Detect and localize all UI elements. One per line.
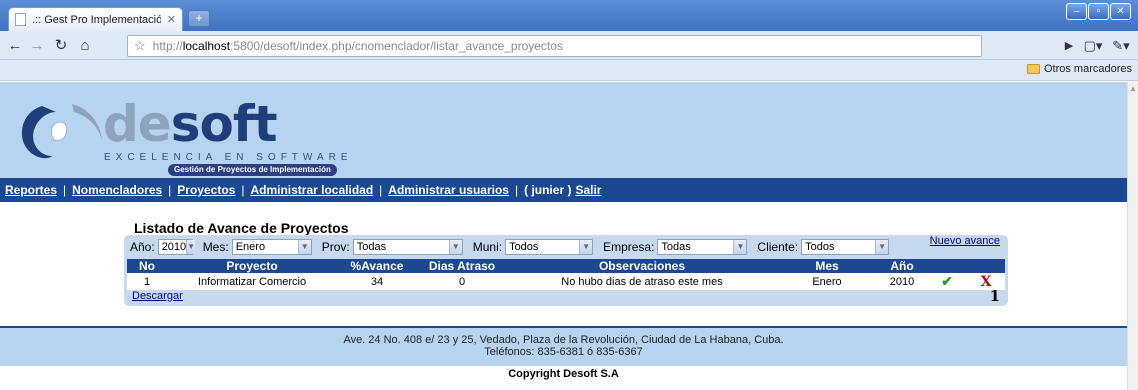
chevron-down-icon: ▼ bbox=[186, 240, 196, 254]
tab-title: .:: Gest Pro Implementació... bbox=[32, 13, 161, 26]
mes-select[interactable]: Enero ▼ bbox=[231, 239, 312, 255]
logo-swirl-icon bbox=[21, 104, 102, 159]
logo-tagline: EXCELENCIA EN SOFTWARE bbox=[104, 152, 353, 163]
current-user: ( junier ) bbox=[524, 183, 572, 197]
cell-avance: 34 bbox=[337, 273, 417, 290]
address-bar[interactable]: ☆ http://localhost:5800/desoft/index.php… bbox=[127, 35, 982, 57]
copyright: Copyright Desoft S.A bbox=[508, 368, 619, 380]
menu-administrar-localidad[interactable]: Administrar localidad bbox=[250, 183, 373, 197]
web-page: desoft EXCELENCIA EN SOFTWARE Gestión de… bbox=[0, 82, 1127, 390]
muni-label: Muni: bbox=[472, 240, 503, 254]
col-header: Observaciones bbox=[507, 259, 777, 273]
tab-close-icon[interactable]: ✕ bbox=[167, 13, 176, 26]
page-title: Listado de Avance de Proyectos bbox=[134, 220, 349, 236]
logo-subtitle-pill: Gestión de Proyectos de Implementación bbox=[168, 164, 337, 176]
browser-title-bar: .:: Gest Pro Implementació... ✕ + – ▫ ✕ bbox=[0, 0, 1138, 31]
close-window-button[interactable]: ✕ bbox=[1110, 3, 1131, 20]
cliente-label: Cliente: bbox=[757, 240, 799, 254]
mes-label: Mes: bbox=[202, 240, 229, 254]
col-header: No bbox=[127, 259, 167, 273]
folder-icon bbox=[1026, 64, 1040, 74]
muni-select[interactable]: Todos ▼ bbox=[505, 239, 594, 255]
chevron-down-icon: ▼ bbox=[448, 240, 462, 254]
site-banner: desoft EXCELENCIA EN SOFTWARE Gestión de… bbox=[0, 82, 1127, 178]
browser-tab[interactable]: .:: Gest Pro Implementació... ✕ bbox=[8, 7, 183, 31]
scroll-up-icon[interactable]: ▲ bbox=[1129, 84, 1137, 93]
wrench-menu-icon[interactable]: ✎▾ bbox=[1110, 37, 1132, 55]
cliente-select[interactable]: Todos ▼ bbox=[801, 239, 890, 255]
maximize-button[interactable]: ▫ bbox=[1088, 3, 1109, 20]
cell-proyecto: Informatizar Comercio bbox=[167, 273, 337, 290]
reload-icon[interactable]: ↻ bbox=[52, 37, 70, 55]
cell-dias-atraso: 0 bbox=[417, 273, 507, 290]
bookmark-star-icon[interactable]: ☆ bbox=[134, 38, 146, 54]
col-header: Año bbox=[877, 259, 927, 273]
menu-salir[interactable]: Salir bbox=[575, 183, 601, 197]
logo-de: de bbox=[103, 95, 172, 153]
col-header: Proyecto bbox=[167, 259, 337, 273]
edit-check-icon[interactable]: ✔ bbox=[941, 273, 953, 289]
empresa-select[interactable]: Todas ▼ bbox=[657, 239, 748, 255]
footer-address: Ave. 24 No. 408 e/ 23 y 25, Vedado, Plaz… bbox=[343, 334, 784, 346]
avance-list-panel: Año: 2010 ▼ Mes: Enero ▼ Prov: Todas ▼ Muni… bbox=[124, 235, 1008, 306]
page-menu-icon[interactable]: ▢▾ bbox=[1082, 37, 1104, 55]
new-tab-button[interactable]: + bbox=[188, 10, 210, 27]
forward-icon[interactable]: → bbox=[28, 37, 46, 55]
chevron-down-icon: ▼ bbox=[733, 240, 747, 254]
logo-soft: soft bbox=[170, 95, 278, 153]
other-bookmarks-label: Otros marcadores bbox=[1043, 63, 1132, 75]
logo-wordmark: desoft bbox=[103, 95, 278, 153]
url-prefix: http:// bbox=[152, 39, 183, 53]
table-row: 1 Informatizar Comercio 34 0 No hubo dia… bbox=[127, 273, 1005, 290]
menu-nomencladores[interactable]: Nomencladores bbox=[72, 183, 162, 197]
descargar-link[interactable]: Descargar bbox=[132, 290, 183, 302]
back-icon[interactable]: ← bbox=[6, 37, 24, 55]
anio-select[interactable]: 2010 ▼ bbox=[157, 239, 196, 255]
avance-table: No Proyecto %Avance Dias Atraso Observac… bbox=[127, 259, 1005, 290]
minimize-button[interactable]: – bbox=[1066, 3, 1087, 20]
nuevo-avance-link[interactable]: Nuevo avance bbox=[930, 235, 1000, 247]
main-menu: Reportes | Nomencladores | Proyectos | Admi… bbox=[0, 178, 1127, 202]
col-header: Mes bbox=[777, 259, 877, 273]
other-bookmarks[interactable]: Otros marcadores bbox=[1026, 63, 1132, 75]
cell-mes: Enero bbox=[777, 273, 877, 290]
cell-anio: 2010 bbox=[877, 273, 927, 290]
chevron-down-icon: ▼ bbox=[875, 240, 889, 254]
prov-select[interactable]: Todas ▼ bbox=[352, 239, 463, 255]
table-header-row: No Proyecto %Avance Dias Atraso Observac… bbox=[127, 259, 1005, 273]
url-host: localhost bbox=[182, 39, 231, 53]
menu-reportes[interactable]: Reportes bbox=[5, 183, 57, 197]
filter-bar: Año: 2010 ▼ Mes: Enero ▼ Prov: Todas ▼ Muni… bbox=[130, 237, 1000, 257]
bookmarks-bar: Otros marcadores bbox=[0, 60, 1138, 81]
url-path: :5800/desoft/index.php/cnomenclador/list… bbox=[230, 39, 563, 53]
page-icon bbox=[15, 13, 26, 26]
col-header: Dias Atraso bbox=[417, 259, 507, 273]
chevron-down-icon: ▼ bbox=[297, 240, 311, 254]
cell-no: 1 bbox=[127, 273, 167, 290]
prov-label: Prov: bbox=[321, 240, 350, 254]
page-number[interactable]: 1 bbox=[990, 287, 1000, 305]
menu-administrar-usuarios[interactable]: Administrar usuarios bbox=[388, 183, 509, 197]
cell-observaciones: No hubo dias de atraso este mes bbox=[507, 273, 777, 290]
browser-toolbar: ← → ↻ ⌂ ☆ http://localhost:5800/desoft/i… bbox=[0, 31, 1138, 60]
chevron-down-icon: ▼ bbox=[579, 240, 593, 254]
vertical-scrollbar[interactable]: ▲ bbox=[1127, 82, 1138, 390]
footer-phones: Teléfonos: 835-6381 ó 835-6367 bbox=[484, 346, 643, 358]
play-icon[interactable]: ▶ bbox=[1060, 37, 1078, 55]
col-header: %Avance bbox=[337, 259, 417, 273]
anio-label: Año: bbox=[130, 240, 155, 254]
home-icon[interactable]: ⌂ bbox=[76, 37, 94, 55]
empresa-label: Empresa: bbox=[603, 240, 655, 254]
site-footer: Ave. 24 No. 408 e/ 23 y 25, Vedado, Plaz… bbox=[0, 326, 1127, 366]
menu-proyectos[interactable]: Proyectos bbox=[177, 183, 235, 197]
